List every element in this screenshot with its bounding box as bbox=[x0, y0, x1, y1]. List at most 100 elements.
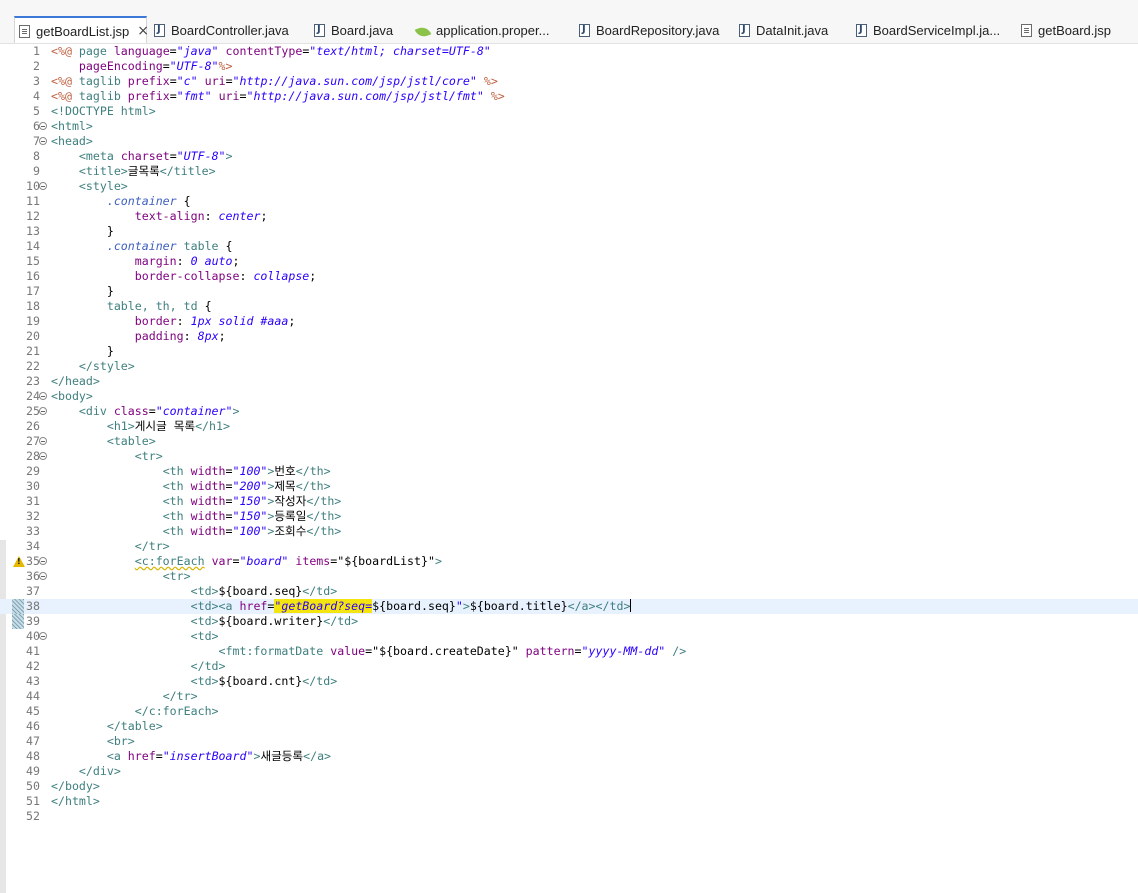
code-line[interactable]: 34 </tr> bbox=[0, 539, 1138, 554]
code-token: </td> bbox=[190, 659, 226, 673]
tab-getboard-jsp[interactable]: getBoard.jsp bbox=[1017, 18, 1135, 43]
tab-application-proper[interactable]: application.proper... bbox=[412, 18, 567, 43]
fold-toggle-icon[interactable] bbox=[39, 182, 47, 190]
code-token: page bbox=[78, 44, 114, 58]
code-line[interactable]: 48 <a href="insertBoard">새글등록</a> bbox=[0, 749, 1138, 764]
fold-toggle-icon[interactable] bbox=[39, 437, 47, 445]
code-line[interactable]: 18 table, th, td { bbox=[0, 299, 1138, 314]
code-line[interactable]: 13 } bbox=[0, 224, 1138, 239]
code-line[interactable]: 29 <th width="100">번호</th> bbox=[0, 464, 1138, 479]
fold-toggle-icon[interactable] bbox=[39, 632, 47, 640]
code-token: "150" bbox=[232, 509, 268, 523]
code-line[interactable]: 21 } bbox=[0, 344, 1138, 359]
code-line[interactable]: 19 border: 1px solid #aaa; bbox=[0, 314, 1138, 329]
text-caret bbox=[630, 599, 632, 612]
code-line[interactable]: 10 <style> bbox=[0, 179, 1138, 194]
code-line[interactable]: 41 <fmt:formatDate value="${board.create… bbox=[0, 644, 1138, 659]
code-token: width bbox=[190, 464, 226, 478]
code-line[interactable]: 17 } bbox=[0, 284, 1138, 299]
code-text: </td> bbox=[51, 659, 226, 674]
tab-getboardlist-jsp[interactable]: getBoardList.jsp × bbox=[14, 16, 149, 43]
code-line[interactable]: 27 <table> bbox=[0, 434, 1138, 449]
fold-toggle-icon[interactable] bbox=[39, 122, 47, 130]
code-line[interactable]: 22 </style> bbox=[0, 359, 1138, 374]
tab-board-java[interactable]: Board.java bbox=[310, 18, 405, 43]
code-line[interactable]: 28 <tr> bbox=[0, 449, 1138, 464]
code-token: <th bbox=[162, 524, 191, 538]
code-line[interactable]: 38 <td><a href="getBoard?seq=${board.seq… bbox=[0, 599, 1138, 614]
code-token: .container bbox=[106, 239, 177, 253]
code-editor[interactable]: 1 <%@ page language="java" contentType="t… bbox=[0, 44, 1138, 893]
code-line[interactable]: 14 .container table { bbox=[0, 239, 1138, 254]
code-line[interactable]: 39 <td>${board.writer}</td> bbox=[0, 614, 1138, 629]
code-line[interactable]: 26 <h1>게시글 목록</h1> bbox=[0, 419, 1138, 434]
tab-boardrepository-java[interactable]: BoardRepository.java bbox=[575, 18, 727, 43]
code-line[interactable]: 40 <td> bbox=[0, 629, 1138, 644]
code-line[interactable]: 47 <br> bbox=[0, 734, 1138, 749]
fold-toggle-icon[interactable] bbox=[39, 407, 47, 415]
fold-toggle-icon[interactable] bbox=[39, 452, 47, 460]
close-tab-icon[interactable]: × bbox=[137, 24, 149, 38]
code-line[interactable]: 8 <meta charset="UTF-8"> bbox=[0, 149, 1138, 164]
tab-datainit-java[interactable]: DataInit.java bbox=[735, 18, 845, 43]
code-token: %> bbox=[483, 74, 498, 88]
code-line[interactable]: 1 <%@ page language="java" contentType="t… bbox=[0, 44, 1138, 59]
code-line[interactable]: 23 </head> bbox=[0, 374, 1138, 389]
code-line[interactable]: 43 <td>${board.cnt}</td> bbox=[0, 674, 1138, 689]
code-line[interactable]: 45 </c:forEach> bbox=[0, 704, 1138, 719]
code-token: .container bbox=[106, 194, 177, 208]
code-line[interactable]: 35 <c:forEach var="board" items="${board… bbox=[0, 554, 1138, 569]
code-token: 게시글 목록 bbox=[134, 419, 196, 433]
code-text: border: 1px solid #aaa; bbox=[51, 314, 296, 329]
code-line[interactable]: 16 border-collapse: collapse; bbox=[0, 269, 1138, 284]
code-token: </a> bbox=[567, 599, 596, 613]
code-line[interactable]: 11 .container { bbox=[0, 194, 1138, 209]
code-line[interactable]: 4 <%@ taglib prefix="fmt" uri="http://jav… bbox=[0, 89, 1138, 104]
code-line[interactable]: 6 <html> bbox=[0, 119, 1138, 134]
code-line[interactable]: 52 bbox=[0, 809, 1138, 824]
code-token: > bbox=[434, 554, 442, 568]
code-line[interactable]: 24 <body> bbox=[0, 389, 1138, 404]
line-number: 48 bbox=[26, 749, 40, 763]
code-line[interactable]: 37 <td>${board.seq}</td> bbox=[0, 584, 1138, 599]
code-line[interactable]: 31 <th width="150">작성자</th> bbox=[0, 494, 1138, 509]
code-token: <tr> bbox=[134, 449, 163, 463]
code-line[interactable]: 50 </body> bbox=[0, 779, 1138, 794]
code-line[interactable]: 12 text-align: center; bbox=[0, 209, 1138, 224]
code-token: <th bbox=[162, 509, 191, 523]
code-line[interactable]: 51 </html> bbox=[0, 794, 1138, 809]
code-line[interactable]: 5 <!DOCTYPE html> bbox=[0, 104, 1138, 119]
line-number: 23 bbox=[26, 374, 40, 388]
code-token: %> bbox=[218, 59, 233, 73]
code-line[interactable]: 20 padding: 8px; bbox=[0, 329, 1138, 344]
code-token: <%@ bbox=[51, 89, 79, 103]
fold-toggle-icon[interactable] bbox=[39, 572, 47, 580]
code-line[interactable]: 36 <tr> bbox=[0, 569, 1138, 584]
code-token: = bbox=[169, 74, 177, 88]
java-file-icon bbox=[739, 24, 750, 37]
code-line[interactable]: 33 <th width="100">조회수</th> bbox=[0, 524, 1138, 539]
code-text: margin: 0 auto; bbox=[51, 254, 240, 269]
code-line[interactable]: 2 pageEncoding="UTF-8"%> bbox=[0, 59, 1138, 74]
code-line[interactable]: 7 <head> bbox=[0, 134, 1138, 149]
code-line[interactable]: 9 <title>글목록</title> bbox=[0, 164, 1138, 179]
code-line[interactable]: 25 <div class="container"> bbox=[0, 404, 1138, 419]
code-line[interactable]: 49 </div> bbox=[0, 764, 1138, 779]
code-line[interactable]: 3 <%@ taglib prefix="c" uri="http://java.… bbox=[0, 74, 1138, 89]
fold-toggle-icon[interactable] bbox=[39, 392, 47, 400]
tab-boardcontroller-java[interactable]: BoardController.java bbox=[150, 18, 300, 43]
code-line[interactable]: 32 <th width="150">등록일</th> bbox=[0, 509, 1138, 524]
code-line[interactable]: 30 <th width="200">제목</th> bbox=[0, 479, 1138, 494]
code-line[interactable]: 42 </td> bbox=[0, 659, 1138, 674]
fold-toggle-icon[interactable] bbox=[39, 557, 47, 565]
code-line[interactable]: 15 margin: 0 auto; bbox=[0, 254, 1138, 269]
fold-toggle-icon[interactable] bbox=[39, 137, 47, 145]
code-line[interactable]: 44 </tr> bbox=[0, 689, 1138, 704]
code-line[interactable]: 46 </table> bbox=[0, 719, 1138, 734]
tab-boardserviceimpl-ja[interactable]: BoardServiceImpl.ja... bbox=[852, 18, 1012, 43]
code-token: class bbox=[113, 404, 149, 418]
